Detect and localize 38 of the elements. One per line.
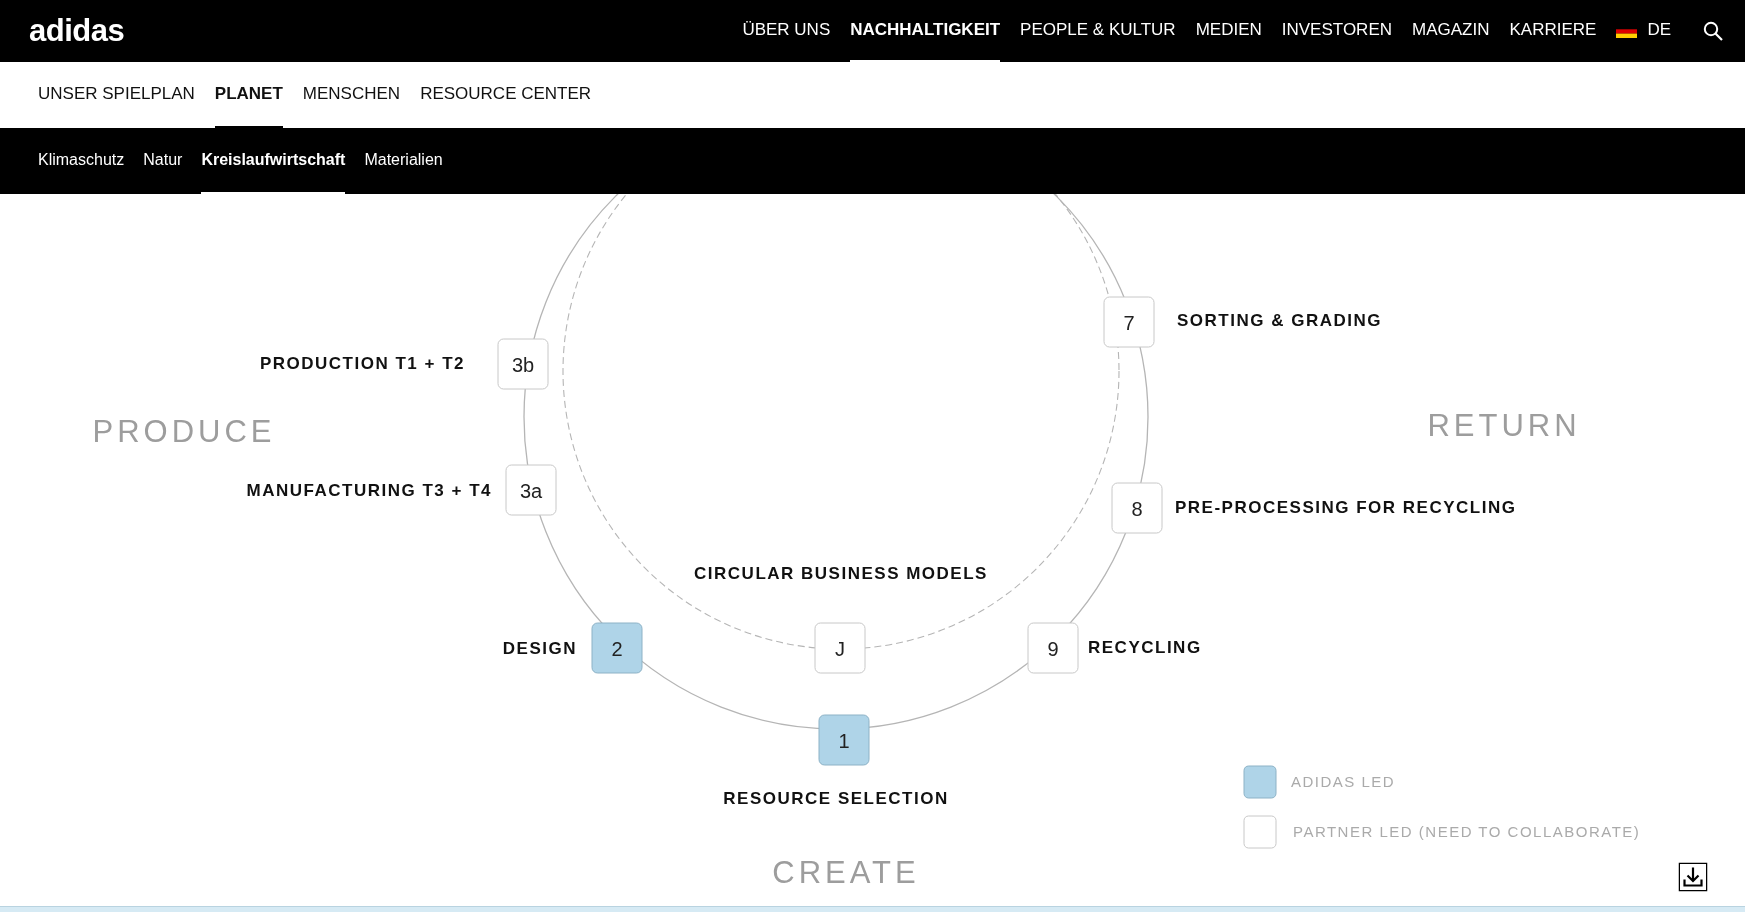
step-node: 7 [1103,296,1155,348]
legend-label: ADIDAS LED [1291,771,1396,792]
step-label: SORTING & GRADING [1177,310,1382,333]
nav-link-item[interactable]: KARRIERE [1509,0,1597,62]
step-label: RESOURCE SELECTION [723,788,949,811]
section-tab[interactable]: Klimaschutz [38,128,125,194]
subnav-tab[interactable]: RESOURCE CENTER [420,62,592,128]
step-label: PRODUCTION T1 + T2 [259,353,465,376]
subnav-tab[interactable]: MENSCHEN [302,62,401,128]
step-node: 9 [1027,622,1079,674]
phase-label: PRODUCE [92,412,276,451]
section-tab[interactable]: Materialien [364,128,443,194]
section-tab[interactable]: Natur [143,128,183,194]
step-label: DESIGN [502,638,577,661]
nav-link-item[interactable]: PEOPLE & KULTUR [1020,0,1176,62]
phase-label: CREATE [772,853,920,892]
download-icon[interactable] [1678,862,1708,892]
step-node: J [814,622,866,674]
step-label: RECYCLING [1088,637,1202,660]
step-node: 8 [1111,482,1163,534]
subnav-tab[interactable]: UNSER SPIELPLAN [38,62,195,128]
legend-label: PARTNER LED (NEED TO COLLABORATE) [1293,821,1641,842]
nav-link-item[interactable]: ÜBER UNS [742,0,831,62]
step-node: 3a [505,464,557,516]
phase-label: RETURN [1427,406,1581,445]
step-label: PRE-PROCESSING FOR RECYCLING [1175,497,1517,520]
logo[interactable]: adidas [29,7,125,55]
nav-link-item[interactable]: MAGAZIN [1412,0,1490,62]
language-link[interactable]: DE [1647,0,1671,62]
nav-link-item[interactable]: MEDIEN [1195,0,1262,62]
step-node: 1 [818,714,870,766]
step-node: 2 [591,622,643,674]
step-node: 3b [497,338,549,390]
step-label: MANUFACTURING T3 + T4 [246,480,492,503]
section-tab[interactable]: Kreislaufwirtschaft [201,128,346,194]
nav-link-item[interactable]: INVESTOREN [1281,0,1392,62]
search-icon[interactable] [1703,21,1723,41]
step-label: CIRCULAR BUSINESS MODELS [694,563,988,586]
